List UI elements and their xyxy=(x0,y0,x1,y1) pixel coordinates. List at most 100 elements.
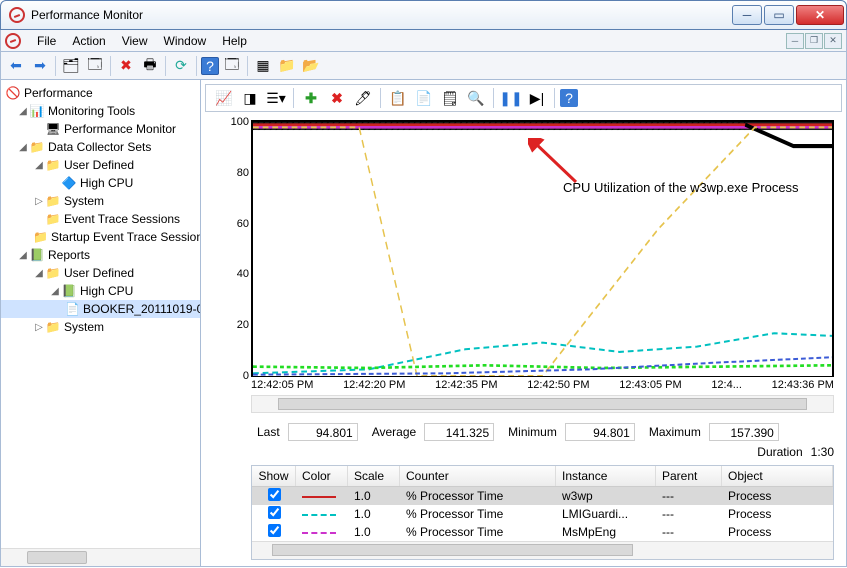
menu-view[interactable]: View xyxy=(114,34,156,48)
collapse-icon[interactable]: ◢ xyxy=(17,142,29,153)
counter-show-checkbox[interactable] xyxy=(268,488,281,501)
menu-action[interactable]: Action xyxy=(64,34,113,48)
report-item-icon: 📄 xyxy=(65,301,80,317)
tree-monitoring-tools[interactable]: ◢📊Monitoring Tools xyxy=(1,102,200,120)
view-histogram-button[interactable]: ◨ xyxy=(238,87,262,109)
highlight-button[interactable]: 🖊 xyxy=(351,87,375,109)
counters-header[interactable]: Show Color Scale Counter Instance Parent… xyxy=(252,466,833,487)
cell-scale: 1.0 xyxy=(348,488,400,504)
menu-file[interactable]: File xyxy=(29,34,64,48)
folder-icon: 📁 xyxy=(45,211,61,227)
counters-horizontal-scrollbar[interactable] xyxy=(252,541,833,559)
col-object[interactable]: Object xyxy=(722,466,833,486)
folder-icon: 📁 xyxy=(45,157,61,173)
chart-plot-area[interactable]: 100 80 60 40 20 0 xyxy=(251,120,834,377)
snapshot-button[interactable]: ▦ xyxy=(252,55,274,77)
tree-reports[interactable]: ◢📗Reports xyxy=(1,246,200,264)
navigation-tree[interactable]: 🚫Performance ◢📊Monitoring Tools 🖥Perform… xyxy=(1,80,200,548)
collapse-icon[interactable]: ◢ xyxy=(17,106,29,117)
tree-root[interactable]: 🚫Performance xyxy=(1,84,200,102)
stat-avg-label: Average xyxy=(372,425,416,439)
expand-icon[interactable]: ▷ xyxy=(33,196,45,207)
cell-parent: --- xyxy=(656,488,722,504)
time-range-scrollbar[interactable] xyxy=(251,395,834,413)
remove-counter-button[interactable]: ✖ xyxy=(325,87,349,109)
col-scale[interactable]: Scale xyxy=(348,466,400,486)
expand-icon[interactable]: ▷ xyxy=(33,322,45,333)
print-button[interactable]: 🖶 xyxy=(139,55,161,77)
tree-reports-user-defined[interactable]: ◢📁User Defined xyxy=(1,264,200,282)
menu-help[interactable]: Help xyxy=(214,34,255,48)
col-instance[interactable]: Instance xyxy=(556,466,656,486)
tree-reports-system[interactable]: ▷📁System xyxy=(1,318,200,336)
chart-toolbar: 📈 ◨ ☰▾ ✚ ✖ 🖊 📋 📄 🗒 🔍 ❚❚ ▶| ? xyxy=(205,84,842,112)
open-folder-button[interactable]: 📁 xyxy=(276,55,298,77)
view-chart-button[interactable]: 📈 xyxy=(212,87,236,109)
tree-user-defined[interactable]: ◢📁User Defined xyxy=(1,156,200,174)
collapse-icon[interactable]: ◢ xyxy=(33,268,45,279)
tree-system[interactable]: ▷📁System xyxy=(1,192,200,210)
nav-forward-button[interactable]: ➡ xyxy=(29,55,51,77)
tree-report-booker[interactable]: 📄BOOKER_20111019-000001 xyxy=(1,300,200,318)
window-titlebar: Performance Monitor ─ ▭ ✕ xyxy=(0,0,847,30)
properties-button[interactable]: 🗔 xyxy=(84,55,106,77)
new-folder-button[interactable]: 📂 xyxy=(300,55,322,77)
properties-chart-button[interactable]: 🗒 xyxy=(438,87,462,109)
pause-button[interactable]: ❚❚ xyxy=(499,87,523,109)
tree-high-cpu[interactable]: 🔷High CPU xyxy=(1,174,200,192)
reports-icon: 📗 xyxy=(29,247,45,263)
x-axis-labels: 12:42:05 PM12:42:20 PM12:42:35 PM12:42:5… xyxy=(251,377,834,395)
annotation-arrow-icon xyxy=(528,138,588,186)
close-button[interactable]: ✕ xyxy=(796,5,844,25)
tree-panel: 🚫Performance ◢📊Monitoring Tools 🖥Perform… xyxy=(1,80,201,566)
counter-color-swatch xyxy=(302,514,336,516)
tree-perf-monitor[interactable]: 🖥Performance Monitor xyxy=(1,120,200,138)
counter-row[interactable]: 1.0 % Processor Time w3wp --- Process xyxy=(252,487,833,505)
main-toolbar: ⬅ ➡ 🗂 🗔 ✖ 🖶 ⟳ ? 🗔 ▦ 📁 📂 xyxy=(0,52,847,80)
step-button[interactable]: ▶| xyxy=(525,87,549,109)
zoom-button[interactable]: 🔍 xyxy=(464,87,488,109)
menu-window[interactable]: Window xyxy=(156,34,215,48)
dcs-icon: 📁 xyxy=(29,139,45,155)
col-counter[interactable]: Counter xyxy=(400,466,556,486)
tree-horizontal-scrollbar[interactable] xyxy=(1,548,200,566)
view-report-button[interactable]: ☰▾ xyxy=(264,87,288,109)
counter-row[interactable]: 1.0 % Processor Time MsMpEng --- Process xyxy=(252,523,833,541)
tree-reports-high-cpu[interactable]: ◢📗High CPU xyxy=(1,282,200,300)
show-hide-tree-button[interactable]: 🗂 xyxy=(60,55,82,77)
chart-help-button[interactable]: ? xyxy=(560,89,578,107)
tree-data-collector-sets[interactable]: ◢📁Data Collector Sets xyxy=(1,138,200,156)
help-button[interactable]: ? xyxy=(201,57,219,75)
add-counter-button[interactable]: ✚ xyxy=(299,87,323,109)
minimize-button[interactable]: ─ xyxy=(732,5,762,25)
tree-startup-event-trace[interactable]: 📁Startup Event Trace Sessions xyxy=(1,228,200,246)
counter-color-swatch xyxy=(302,532,336,534)
refresh-button[interactable]: ⟳ xyxy=(170,55,192,77)
counter-row[interactable]: 1.0 % Processor Time LMIGuardi... --- Pr… xyxy=(252,505,833,523)
col-show[interactable]: Show xyxy=(252,466,296,486)
y-axis-labels: 100 80 60 40 20 0 xyxy=(217,122,251,376)
nav-back-button[interactable]: ⬅ xyxy=(5,55,27,77)
collapse-icon[interactable]: ◢ xyxy=(49,286,61,297)
tree-event-trace[interactable]: 📁Event Trace Sessions xyxy=(1,210,200,228)
col-color[interactable]: Color xyxy=(296,466,348,486)
counter-show-checkbox[interactable] xyxy=(268,524,281,537)
mdi-minimize[interactable]: ─ xyxy=(786,33,804,49)
counter-show-checkbox[interactable] xyxy=(268,506,281,519)
counter-color-swatch xyxy=(302,496,336,498)
chart-panel: 📈 ◨ ☰▾ ✚ ✖ 🖊 📋 📄 🗒 🔍 ❚❚ ▶| ? 100 xyxy=(201,80,846,566)
col-parent[interactable]: Parent xyxy=(656,466,722,486)
console-button[interactable]: 🗔 xyxy=(221,55,243,77)
collapse-icon[interactable]: ◢ xyxy=(17,250,29,261)
menu-bar: File Action View Window Help ─ ❐ ✕ xyxy=(0,30,847,52)
mdi-close[interactable]: ✕ xyxy=(824,33,842,49)
cell-counter: % Processor Time xyxy=(400,488,556,504)
delete-button[interactable]: ✖ xyxy=(115,55,137,77)
copy-button[interactable]: 📋 xyxy=(386,87,410,109)
maximize-button[interactable]: ▭ xyxy=(764,5,794,25)
mdi-restore[interactable]: ❐ xyxy=(805,33,823,49)
stats-row: Last 94.801 Average 141.325 Minimum 94.8… xyxy=(251,419,834,445)
paste-button[interactable]: 📄 xyxy=(412,87,436,109)
stats-row-2: Duration 1:30 xyxy=(251,445,834,465)
collapse-icon[interactable]: ◢ xyxy=(33,160,45,171)
